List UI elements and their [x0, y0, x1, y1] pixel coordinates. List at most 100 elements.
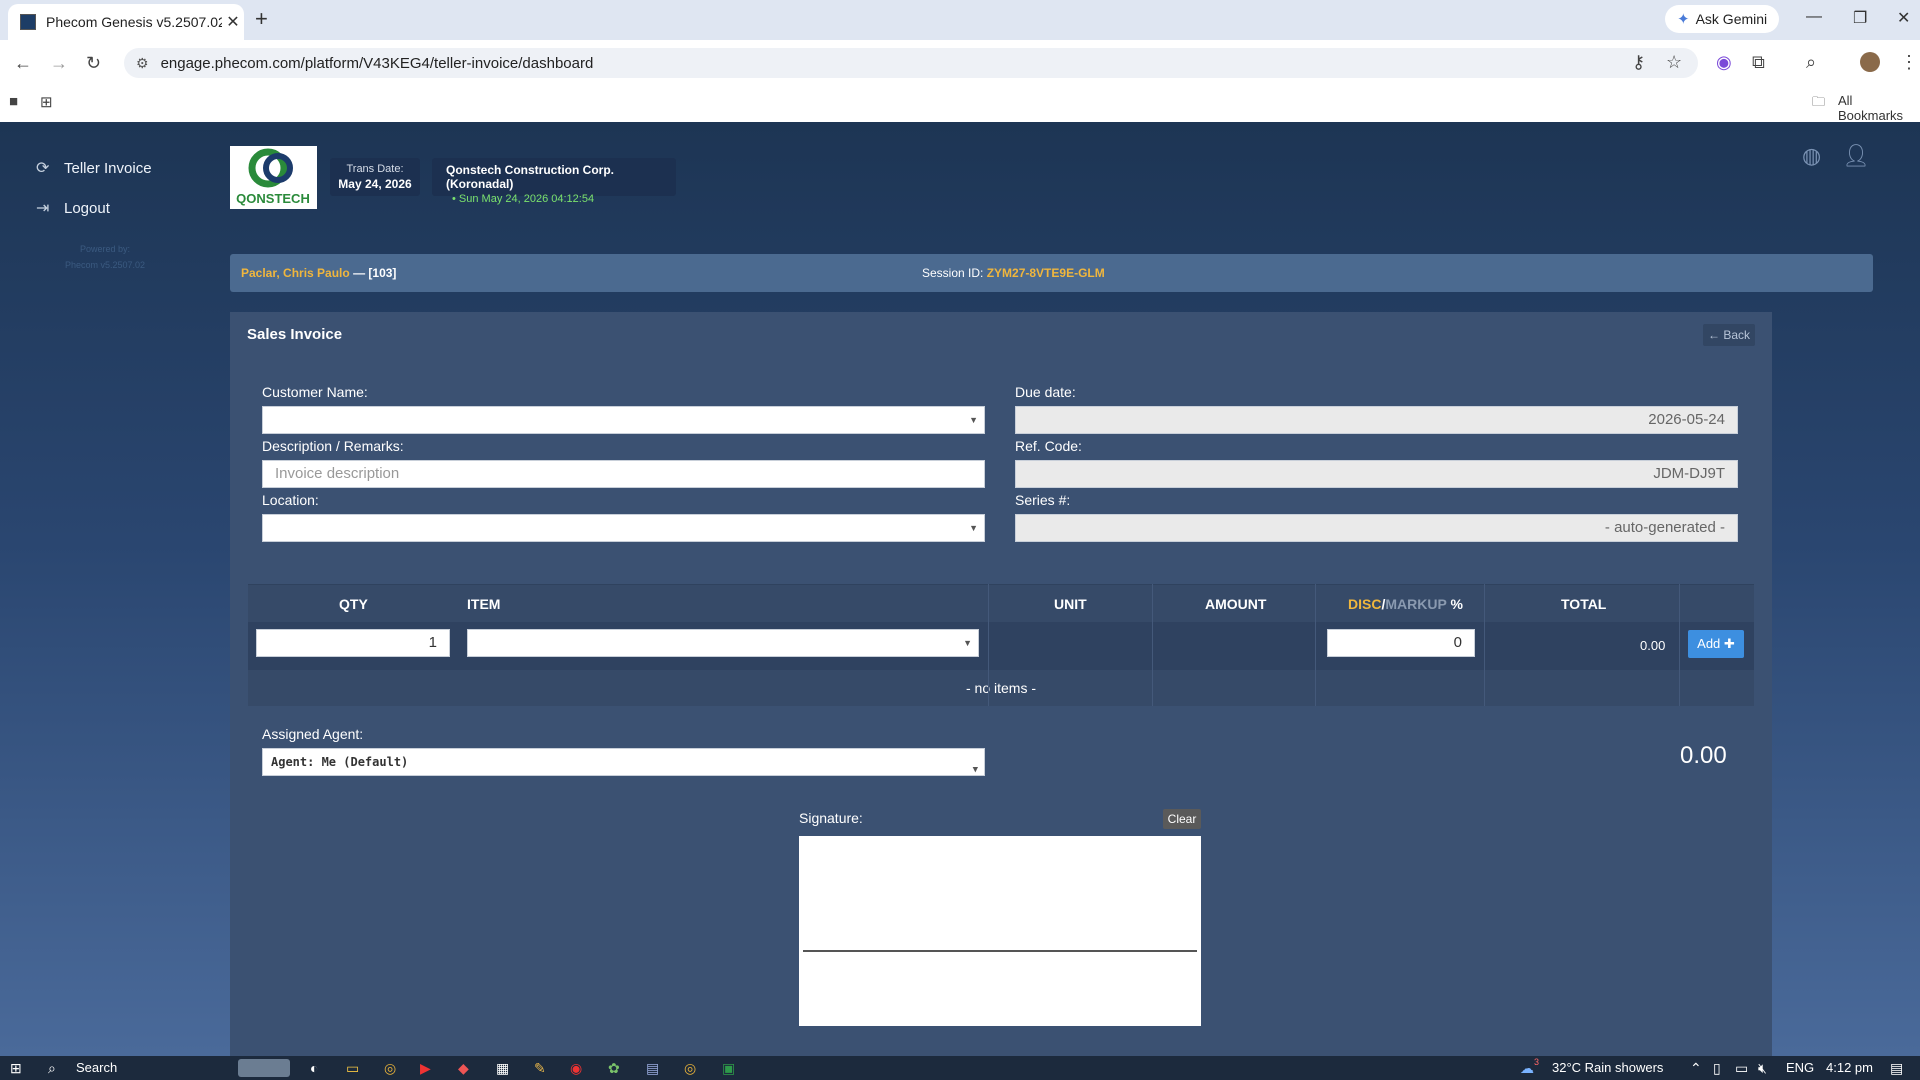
site-settings-icon[interactable]: ⚙ — [136, 55, 149, 72]
col-markup: MARKUP — [1385, 596, 1447, 612]
tab-search-icon[interactable]: ⌕ — [1806, 52, 1816, 73]
search-highlight-image[interactable] — [238, 1059, 290, 1077]
session-bar: Paclar, Chris Paulo — [103] Session ID: … — [230, 254, 1873, 292]
chevron-down-icon: ▼ — [969, 415, 978, 425]
sidebar-item-teller-invoice[interactable]: ⟳ Teller Invoice — [36, 158, 152, 178]
tab-title: Phecom Genesis v5.2507.02 — [46, 14, 222, 30]
battery-icon[interactable]: ▯ — [1713, 1060, 1721, 1077]
extensions-puzzle-icon[interactable]: ⧉ — [1752, 52, 1765, 73]
notepad-icon[interactable]: ▤ — [646, 1060, 659, 1077]
weather-text[interactable]: 32°C Rain showers — [1552, 1060, 1663, 1075]
forward-arrow-icon[interactable]: → — [50, 53, 68, 74]
chevron-down-icon: ▼ — [972, 765, 978, 775]
browser-menu-icon[interactable]: ⋮ — [1900, 52, 1918, 73]
file-explorer-icon[interactable]: ▭ — [346, 1060, 359, 1077]
os-taskbar: ⊞ ⌕ Search ◐ ▭ ◎ ▶ ◆ ▦ ✎ ◉ ✿ ▤ ◎ ▣ ☁ 3 3… — [0, 1056, 1920, 1080]
add-item-button[interactable]: Add ✚ — [1688, 630, 1744, 658]
assigned-agent-select[interactable]: Agent: Me (Default) ▼ — [262, 748, 985, 776]
chrome-icon[interactable]: ◎ — [384, 1060, 396, 1077]
app-icon[interactable]: ◆ — [458, 1060, 469, 1077]
browser-tab[interactable]: Phecom Genesis v5.2507.02 ✕ — [8, 4, 244, 40]
location-label: Location: — [262, 492, 319, 508]
language-indicator[interactable]: ENG — [1786, 1060, 1814, 1075]
volume-muted-icon[interactable]: 🔇︎ — [1758, 1060, 1767, 1077]
due-date-label: Due date: — [1015, 384, 1076, 400]
gemini-spark-icon: ✦ — [1677, 11, 1690, 28]
app-version: Phecom v5.2507.02 — [64, 260, 146, 270]
row-total: 0.00 — [1640, 638, 1666, 653]
windows-start-icon[interactable]: ⊞ — [10, 1060, 22, 1077]
chrome-active-icon[interactable]: ◎ — [684, 1060, 696, 1077]
discount-input[interactable]: 0 — [1327, 629, 1475, 657]
close-tab-icon[interactable]: ✕ — [222, 12, 244, 32]
back-button[interactable]: ← Back — [1703, 324, 1755, 346]
col-percent: % — [1450, 596, 1463, 612]
qty-input[interactable]: 1 — [256, 629, 450, 657]
trans-date-box: Trans Date: May 24, 2026 — [330, 158, 420, 196]
chevron-up-icon[interactable]: ⌃ — [1690, 1060, 1702, 1077]
description-input[interactable]: Invoice description — [262, 460, 985, 488]
session-id: ZYM27-8VTE9E-GLM — [986, 266, 1105, 280]
address-bar[interactable]: ⚙ engage.phecom.com/platform/V43KEG4/tel… — [124, 48, 1698, 78]
square-app-icon[interactable]: ■ — [9, 93, 18, 110]
globe-icon[interactable]: ◍ — [1802, 143, 1821, 169]
no-items-row: - no items - — [248, 670, 1754, 706]
app-icon[interactable]: ✿ — [608, 1060, 620, 1077]
bookmark-star-icon[interactable]: ☆ — [1666, 52, 1682, 73]
col-divider — [988, 584, 989, 706]
youtube-icon[interactable]: ▶ — [420, 1060, 431, 1077]
signature-pad[interactable] — [799, 836, 1201, 1026]
col-divider — [1484, 584, 1485, 706]
notifications-icon[interactable]: ▤ — [1890, 1060, 1903, 1077]
restore-icon[interactable]: ❐ — [1853, 8, 1867, 28]
customer-name-select[interactable]: ▼ — [262, 406, 985, 434]
back-arrow-icon[interactable]: ← — [14, 53, 32, 74]
ask-gemini-button[interactable]: ✦ Ask Gemini — [1665, 5, 1780, 33]
trans-date-label: Trans Date: — [346, 163, 404, 175]
weather-badge: 3 — [1534, 1057, 1540, 1067]
col-amount: AMOUNT — [1205, 596, 1267, 612]
sidebar-item-logout[interactable]: ⇥ Logout — [36, 198, 110, 218]
media-icon[interactable]: ◉ — [570, 1060, 582, 1077]
new-tab-icon[interactable]: + — [255, 6, 268, 32]
col-total: TOTAL — [1561, 596, 1607, 612]
user-profile-icon[interactable]: 👤︎ — [1842, 143, 1870, 169]
minimize-icon[interactable]: — — [1806, 8, 1822, 26]
company-info-box: Qonstech Construction Corp. (Koronadal) … — [432, 158, 676, 205]
col-disc: DISC — [1348, 596, 1382, 612]
assigned-agent-value: Agent: Me (Default) — [271, 755, 409, 769]
copilot-icon[interactable]: ◐ — [310, 1060, 318, 1076]
password-key-icon[interactable]: ⚷ — [1632, 52, 1645, 73]
item-select[interactable]: ▼ — [467, 629, 979, 657]
close-window-icon[interactable]: ✕ — [1897, 8, 1910, 28]
col-divider — [1315, 584, 1316, 706]
logo-text: QONSTECH — [236, 191, 310, 206]
sidebar-item-label: Teller Invoice — [64, 159, 152, 177]
reload-icon[interactable]: ↻ — [86, 53, 101, 74]
taskbar-search[interactable]: Search — [76, 1060, 117, 1075]
network-icon[interactable]: ▭ — [1735, 1060, 1748, 1077]
location-select[interactable]: ▼ — [262, 514, 985, 542]
assigned-agent-label: Assigned Agent: — [262, 726, 364, 742]
chevron-down-icon: ▼ — [963, 638, 972, 648]
excel-icon[interactable]: ▣ — [722, 1060, 735, 1077]
profile-avatar[interactable] — [1860, 52, 1880, 72]
col-qty: QTY — [339, 596, 368, 612]
clear-signature-button[interactable]: Clear — [1163, 809, 1201, 829]
sidebar-item-label: Logout — [64, 199, 110, 217]
apps-grid-icon[interactable]: ⊞ — [40, 93, 53, 111]
items-table-header: QTY ITEM UNIT AMOUNT DISC/MARKUP % TOTAL — [248, 584, 1754, 623]
all-bookmarks-link[interactable]: All Bookmarks — [1838, 93, 1920, 123]
extension-icon[interactable]: ◉ — [1716, 52, 1732, 73]
back-arrow-icon: ← — [1707, 328, 1720, 342]
col-item: ITEM — [467, 596, 501, 612]
system-clock[interactable]: 4:12 pm — [1826, 1060, 1873, 1075]
app-icon[interactable]: ✎ — [534, 1060, 546, 1077]
col-divider — [1679, 584, 1680, 706]
due-date-field[interactable]: 2026-05-24 — [1015, 406, 1738, 434]
col-unit: UNIT — [1054, 596, 1087, 612]
search-icon[interactable]: ⌕ — [48, 1060, 56, 1077]
weather-icon[interactable]: ☁ — [1520, 1060, 1534, 1077]
description-label: Description / Remarks: — [262, 438, 404, 454]
calculator-icon[interactable]: ▦ — [496, 1060, 509, 1077]
